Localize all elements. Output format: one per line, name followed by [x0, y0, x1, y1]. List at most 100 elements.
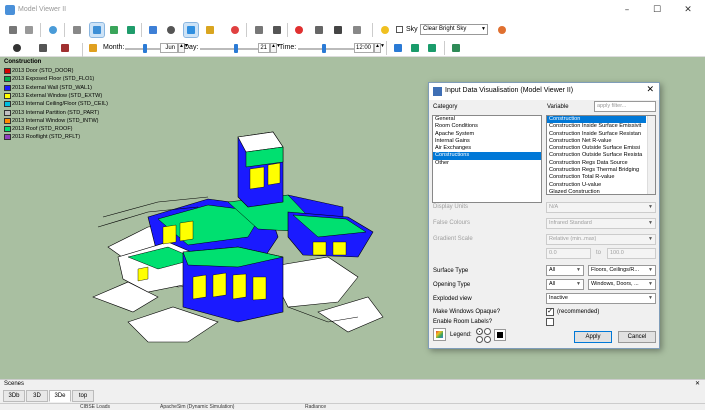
day-slider[interactable] [200, 48, 258, 50]
legend-colour-icon[interactable] [433, 328, 446, 341]
variable-item[interactable]: Construction Inside Surface Resistan [547, 131, 646, 138]
surface-type-select[interactable]: Floors, Ceilings/R... ▼ [588, 265, 656, 276]
scenes-close-button[interactable]: ✕ [695, 380, 700, 387]
category-item[interactable]: Apache System [433, 131, 541, 138]
task-apachesim[interactable]: ApacheSim (Dynamic Simulation) [160, 404, 234, 410]
grid-snap-icon[interactable] [350, 23, 364, 37]
calendar-icon[interactable] [86, 41, 100, 55]
day-spin[interactable]: ▲▼ [270, 43, 281, 53]
category-item[interactable]: Internal Gains [433, 138, 541, 145]
building-3d-model[interactable] [88, 107, 388, 357]
date-time-toolbar: Month: Jun ▲▼ Day: 21 ▲▼ Time: 12:00 ▲▼ [0, 40, 705, 57]
box-view-icon[interactable] [183, 22, 199, 38]
house-icon[interactable] [58, 41, 72, 55]
sky-select[interactable]: Clear Bright Sky ▼ [420, 24, 488, 35]
time-slider-thumb[interactable] [322, 44, 326, 53]
category-item[interactable]: General [433, 116, 541, 123]
variable-item[interactable]: Construction Outside Surface Resista [547, 152, 646, 159]
range-max-input[interactable]: 100.0 [607, 248, 656, 259]
wrench-icon[interactable] [331, 23, 345, 37]
month-slider-thumb[interactable] [143, 44, 147, 53]
legend-position-top-right[interactable] [484, 328, 491, 335]
scene-tab[interactable]: 3Db [3, 390, 25, 402]
task-radiance[interactable]: Radiance [305, 404, 326, 410]
category-item[interactable]: Constructions [433, 152, 541, 160]
variable-list[interactable]: Construction Construction Inside Surface … [546, 115, 656, 195]
apply-button[interactable]: Apply [574, 331, 612, 343]
package-icon[interactable] [203, 23, 217, 37]
sun-icon[interactable] [378, 23, 392, 37]
view-surface-icon[interactable] [124, 23, 138, 37]
variable-list-scrollbar[interactable] [647, 116, 655, 194]
exploded-view-select[interactable]: Inactive ▼ [546, 293, 656, 304]
variable-item[interactable]: Construction Net R-value [547, 138, 646, 145]
variable-item[interactable]: Construction Regs Thermal Bridging [547, 167, 646, 174]
view-shaded-icon[interactable] [107, 23, 121, 37]
select-tool-icon[interactable] [6, 23, 20, 37]
link-icon[interactable] [70, 23, 84, 37]
time-slider[interactable] [298, 48, 354, 50]
opening-type-filter[interactable]: All ▼ [546, 279, 584, 290]
legend-position-bottom-right[interactable] [484, 336, 491, 343]
tools-icon[interactable] [312, 23, 326, 37]
cube-icon[interactable] [146, 23, 160, 37]
category-item[interactable]: Other [433, 160, 541, 167]
legend-item-label: 2013 Door (STD_DOOR) [12, 68, 74, 74]
animate-icon[interactable] [425, 41, 439, 55]
variable-item[interactable]: Construction Inside Surface Emissivit [547, 123, 646, 130]
display-units-select[interactable]: N/A ▼ [546, 202, 656, 213]
pick-icon[interactable] [22, 23, 36, 37]
zoom-icon[interactable] [46, 23, 60, 37]
view-shape-icon[interactable] [10, 41, 24, 55]
scene-tabs: 3Db 3D 3De top [0, 389, 705, 403]
legend-swatch [4, 126, 11, 133]
false-colours-select[interactable]: Infrared Standard ▼ [546, 218, 656, 229]
month-field[interactable]: Jun [160, 43, 178, 53]
variable-item[interactable]: Construction [547, 116, 646, 124]
time-field[interactable]: 12:00 [354, 43, 374, 53]
surface-green-icon[interactable] [408, 41, 422, 55]
variable-item[interactable]: Construction Total R-value [547, 174, 646, 181]
dialog-close-button[interactable]: ✕ [646, 85, 654, 95]
cancel-button[interactable]: Cancel [618, 331, 656, 343]
shape-icon[interactable] [164, 23, 178, 37]
room-labels-checkbox[interactable] [546, 318, 554, 326]
sky-checkbox[interactable] [396, 26, 403, 33]
category-item[interactable]: Room Conditions [433, 123, 541, 130]
close-button[interactable]: ✕ [676, 3, 700, 17]
scene-tab[interactable]: 3D [26, 390, 48, 402]
view-solid-icon[interactable] [89, 22, 105, 38]
layout-icon[interactable] [252, 23, 266, 37]
task-cibse-loads[interactable]: CIBSE Loads [80, 404, 110, 410]
shadow-icon[interactable] [391, 41, 405, 55]
surface-type-filter[interactable]: All ▼ [546, 265, 584, 276]
category-list[interactable]: General Room Conditions Apache System Inter… [432, 115, 542, 203]
variable-item[interactable]: Construction Regs Data Source [547, 160, 646, 167]
filter-input[interactable]: apply filter... [594, 101, 656, 112]
scene-tab[interactable]: top [72, 390, 94, 402]
minimize-button[interactable]: – [615, 3, 639, 17]
opening-type-select[interactable]: Windows, Doors, ... ▼ [588, 279, 656, 290]
color-wheel-icon[interactable] [228, 23, 242, 37]
legend-position-bottom-left[interactable] [476, 336, 483, 343]
legend-position-top-left[interactable] [476, 328, 483, 335]
windows-opaque-checkbox[interactable]: ✓ [546, 308, 554, 316]
variable-item[interactable]: Construction Outside Surface Emissi [547, 145, 646, 152]
magnet-icon[interactable] [292, 23, 306, 37]
maximize-button[interactable]: ☐ [645, 3, 669, 17]
variable-item[interactable]: Construction U-value [547, 182, 646, 189]
range-min-input[interactable]: 0.0 [546, 248, 591, 259]
gradient-scale-select[interactable]: Relative (min..max) ▼ [546, 234, 656, 245]
tree-icon[interactable] [449, 41, 463, 55]
day-field[interactable]: 21 [258, 43, 270, 53]
exploded-view-label: Exploded view [433, 296, 472, 302]
grid-icon[interactable] [270, 23, 284, 37]
orbit-icon[interactable] [36, 41, 50, 55]
day-slider-thumb[interactable] [234, 44, 238, 53]
legend-text-colour-swatch[interactable] [494, 329, 506, 341]
category-item[interactable]: Air Exchanges [433, 145, 541, 152]
scene-tab[interactable]: 3De [49, 390, 71, 402]
variable-item[interactable]: Glazed Construction [547, 189, 646, 194]
time-spin[interactable]: ▲▼ [374, 43, 385, 53]
paint-icon[interactable] [495, 23, 509, 37]
